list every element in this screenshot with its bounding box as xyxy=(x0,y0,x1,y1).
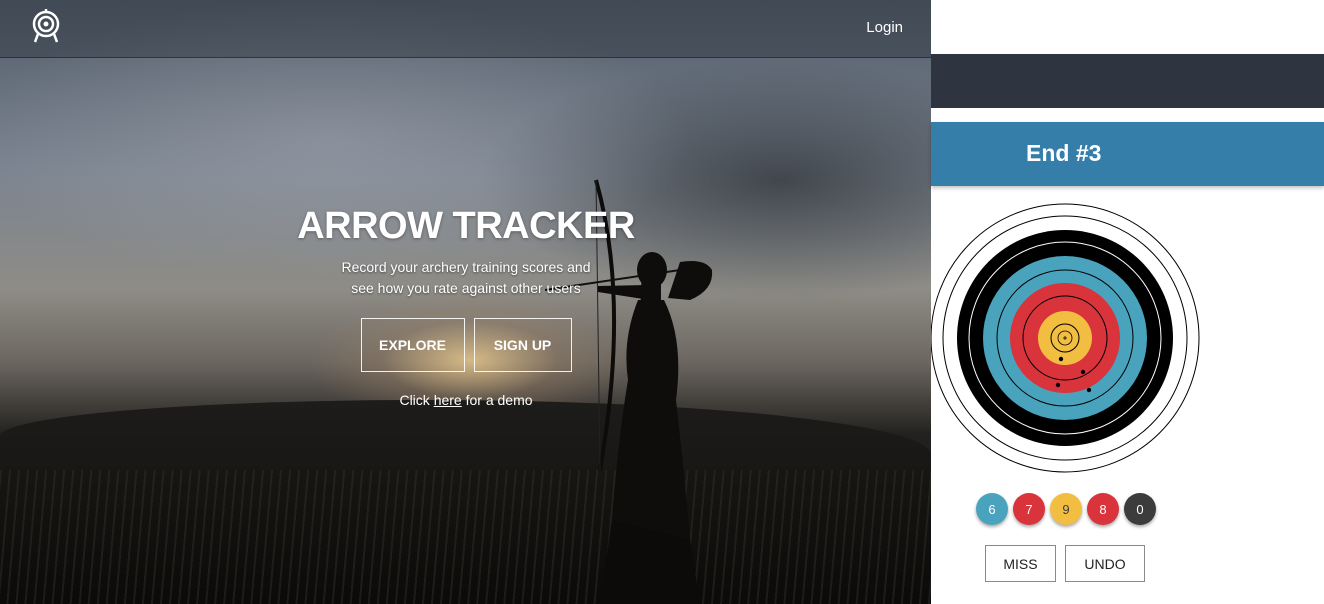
arrow-hit-marker xyxy=(1080,369,1086,375)
hero-title: ARROW TRACKER xyxy=(297,205,635,247)
target-icon[interactable] xyxy=(30,9,62,45)
app-top-bar xyxy=(931,54,1324,108)
score-chip[interactable]: 8 xyxy=(1087,493,1119,525)
score-chip[interactable]: 9 xyxy=(1050,493,1082,525)
end-score-chips: 6 7 9 8 0 xyxy=(976,493,1156,525)
target-rings xyxy=(931,203,1200,473)
hero-subtitle-line-1: Record your archery training scores and xyxy=(341,259,591,275)
demo-line: Click here for a demo xyxy=(266,392,666,408)
score-chip[interactable]: 7 xyxy=(1013,493,1045,525)
archery-target-face[interactable] xyxy=(931,200,1324,480)
undo-button[interactable]: UNDO xyxy=(1065,545,1145,582)
score-action-buttons: MISS UNDO xyxy=(985,545,1145,582)
hero-subtitle: Record your archery training scores and … xyxy=(266,257,666,299)
top-navbar: Login xyxy=(0,0,931,58)
demo-prefix-text: Click xyxy=(399,392,430,408)
score-chip[interactable]: 0 xyxy=(1124,493,1156,525)
arrow-hit-marker xyxy=(1086,387,1092,393)
miss-button[interactable]: MISS xyxy=(985,545,1056,582)
login-link[interactable]: Login xyxy=(866,19,903,36)
landing-hero-section: Login ARROW TRACKER Record your archery … xyxy=(0,0,931,604)
score-chip[interactable]: 6 xyxy=(976,493,1008,525)
end-header: End #3 xyxy=(931,122,1324,186)
end-title: End #3 xyxy=(1026,140,1102,166)
hero-button-group: EXPLORE SIGN UP xyxy=(266,318,666,372)
demo-suffix-text: for a demo xyxy=(465,392,533,408)
explore-button[interactable]: EXPLORE xyxy=(360,318,465,372)
hero-content: ARROW TRACKER Record your archery traini… xyxy=(266,203,666,408)
arrow-hit-marker xyxy=(1055,382,1061,388)
arrow-hit-marker xyxy=(1058,356,1064,362)
sign-up-button[interactable]: SIGN UP xyxy=(473,318,572,372)
demo-link[interactable]: here xyxy=(434,392,462,408)
scoring-app-panel: End #3 6 7 9 8 0 MISS UNDO xyxy=(931,0,1324,604)
hero-subtitle-line-2: see how you rate against other users xyxy=(351,280,581,296)
